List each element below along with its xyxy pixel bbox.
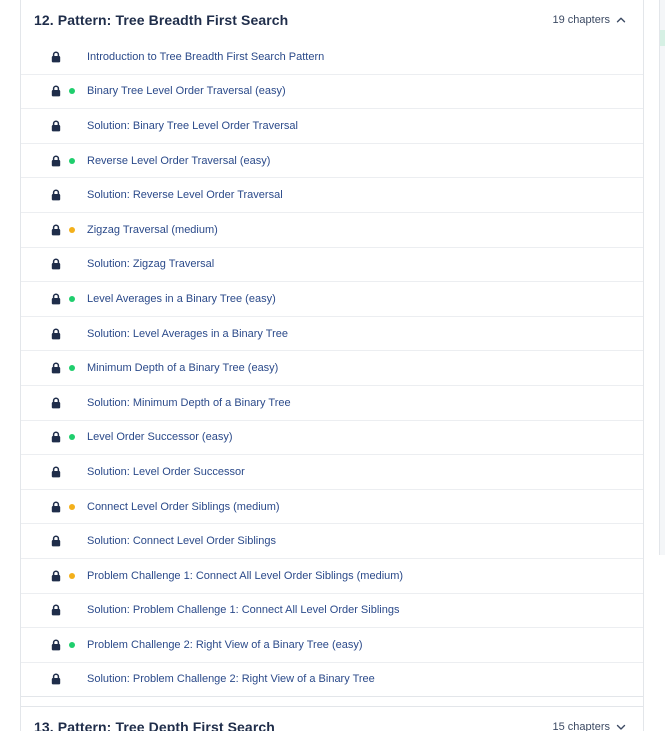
lesson-item[interactable]: Solution: Zigzag Traversal bbox=[21, 248, 643, 283]
lock-icon bbox=[51, 673, 61, 685]
lesson-label[interactable]: Binary Tree Level Order Traversal (easy) bbox=[87, 85, 286, 97]
lesson-item[interactable]: Connect Level Order Siblings (medium) bbox=[21, 490, 643, 525]
lesson-label[interactable]: Zigzag Traversal (medium) bbox=[87, 224, 218, 236]
lesson-item[interactable]: Solution: Reverse Level Order Traversal bbox=[21, 178, 643, 213]
lesson-item[interactable]: Solution: Minimum Depth of a Binary Tree bbox=[21, 386, 643, 421]
difficulty-dot-easy bbox=[69, 88, 75, 95]
lesson-item[interactable]: Level Order Successor (easy) bbox=[21, 421, 643, 456]
lock-icon bbox=[51, 293, 61, 305]
course-page: 12. Pattern: Tree Breadth First Search 1… bbox=[0, 0, 665, 731]
chapter-count: 19 chapters bbox=[552, 14, 610, 26]
lesson-item[interactable]: Solution: Level Order Successor bbox=[21, 455, 643, 490]
lesson-list: Introduction to Tree Breadth First Searc… bbox=[21, 40, 643, 698]
difficulty-dot-easy bbox=[69, 157, 75, 164]
difficulty-slot bbox=[61, 641, 87, 648]
lesson-item[interactable]: Zigzag Traversal (medium) bbox=[21, 213, 643, 248]
lesson-label[interactable]: Solution: Binary Tree Level Order Traver… bbox=[87, 120, 298, 132]
lock-icon bbox=[51, 51, 61, 63]
course-outline-panel: 12. Pattern: Tree Breadth First Search 1… bbox=[20, 0, 644, 731]
lesson-label[interactable]: Solution: Level Order Successor bbox=[87, 466, 245, 478]
difficulty-dot-easy bbox=[69, 295, 75, 302]
difficulty-dot-medium bbox=[69, 572, 75, 579]
difficulty-slot bbox=[61, 572, 87, 579]
chevron-up-icon[interactable] bbox=[616, 15, 626, 25]
lesson-label[interactable]: Level Order Successor (easy) bbox=[87, 431, 233, 443]
lesson-label[interactable]: Introduction to Tree Breadth First Searc… bbox=[87, 51, 324, 63]
lock-icon bbox=[51, 328, 61, 340]
difficulty-dot-medium bbox=[69, 226, 75, 233]
lock-icon bbox=[51, 155, 61, 167]
difficulty-slot bbox=[61, 295, 87, 302]
lock-icon bbox=[51, 189, 61, 201]
difficulty-dot-easy bbox=[69, 365, 75, 372]
next-chapter-count: 15 chapters bbox=[552, 721, 610, 731]
difficulty-slot bbox=[61, 226, 87, 233]
lock-icon bbox=[51, 604, 61, 616]
lesson-item[interactable]: Level Averages in a Binary Tree (easy) bbox=[21, 282, 643, 317]
lock-icon bbox=[51, 224, 61, 236]
lesson-item[interactable]: Minimum Depth of a Binary Tree (easy) bbox=[21, 351, 643, 386]
lesson-item[interactable]: Solution: Problem Challenge 1: Connect A… bbox=[21, 594, 643, 629]
lesson-item[interactable]: Solution: Connect Level Order Siblings bbox=[21, 524, 643, 559]
lock-icon bbox=[51, 500, 61, 513]
lesson-item[interactable]: Introduction to Tree Breadth First Searc… bbox=[21, 40, 643, 75]
lesson-label[interactable]: Problem Challenge 1: Connect All Level O… bbox=[87, 570, 403, 582]
lesson-item[interactable]: Solution: Problem Challenge 2: Right Vie… bbox=[21, 663, 643, 698]
lock-icon bbox=[51, 639, 61, 651]
chevron-down-icon[interactable] bbox=[616, 722, 626, 731]
difficulty-dot-easy bbox=[69, 641, 75, 648]
lock-icon bbox=[51, 466, 61, 478]
section-header-13[interactable]: 13. Pattern: Tree Depth First Search 15 … bbox=[21, 707, 643, 731]
lesson-label[interactable]: Solution: Problem Challenge 2: Right Vie… bbox=[87, 673, 375, 685]
lesson-item[interactable]: Reverse Level Order Traversal (easy) bbox=[21, 144, 643, 179]
lesson-label[interactable]: Solution: Level Averages in a Binary Tre… bbox=[87, 328, 288, 340]
difficulty-slot bbox=[61, 365, 87, 372]
lesson-label[interactable]: Solution: Zigzag Traversal bbox=[87, 258, 214, 270]
lesson-label[interactable]: Level Averages in a Binary Tree (easy) bbox=[87, 293, 276, 305]
next-section-title: 13. Pattern: Tree Depth First Search bbox=[34, 719, 275, 731]
difficulty-slot bbox=[61, 88, 87, 95]
lesson-label[interactable]: Connect Level Order Siblings (medium) bbox=[87, 501, 280, 513]
lock-icon bbox=[51, 570, 61, 582]
lesson-item[interactable]: Problem Challenge 1: Connect All Level O… bbox=[21, 559, 643, 594]
lock-icon bbox=[51, 85, 61, 97]
lesson-label[interactable]: Solution: Connect Level Order Siblings bbox=[87, 535, 276, 547]
lock-icon bbox=[51, 397, 61, 409]
section-meta[interactable]: 19 chapters bbox=[553, 14, 626, 26]
lock-icon bbox=[51, 120, 61, 132]
right-panel-edge bbox=[659, 0, 665, 555]
section-title: 12. Pattern: Tree Breadth First Search bbox=[34, 12, 289, 28]
lock-icon bbox=[51, 258, 61, 270]
difficulty-slot bbox=[61, 434, 87, 441]
right-panel-accent bbox=[660, 30, 665, 46]
lesson-label[interactable]: Solution: Minimum Depth of a Binary Tree bbox=[87, 397, 291, 409]
lesson-label[interactable]: Reverse Level Order Traversal (easy) bbox=[87, 155, 270, 167]
lesson-label[interactable]: Solution: Reverse Level Order Traversal bbox=[87, 189, 283, 201]
lesson-item[interactable]: Problem Challenge 2: Right View of a Bin… bbox=[21, 628, 643, 663]
section-header-12[interactable]: 12. Pattern: Tree Breadth First Search 1… bbox=[21, 0, 643, 40]
lesson-label[interactable]: Minimum Depth of a Binary Tree (easy) bbox=[87, 362, 278, 374]
difficulty-dot-easy bbox=[69, 434, 75, 441]
lesson-label[interactable]: Problem Challenge 2: Right View of a Bin… bbox=[87, 639, 363, 651]
difficulty-slot bbox=[61, 157, 87, 164]
difficulty-dot-medium bbox=[69, 503, 75, 510]
lock-icon bbox=[51, 431, 61, 443]
lesson-item[interactable]: Solution: Level Averages in a Binary Tre… bbox=[21, 317, 643, 352]
lesson-label[interactable]: Solution: Problem Challenge 1: Connect A… bbox=[87, 604, 399, 616]
lock-icon bbox=[51, 362, 61, 374]
section-header-13-wrap: 13. Pattern: Tree Depth First Search 15 … bbox=[21, 706, 643, 731]
lesson-item[interactable]: Solution: Binary Tree Level Order Traver… bbox=[21, 109, 643, 144]
lesson-item[interactable]: Binary Tree Level Order Traversal (easy) bbox=[21, 75, 643, 110]
next-section-meta[interactable]: 15 chapters bbox=[553, 721, 626, 731]
difficulty-slot bbox=[61, 503, 87, 510]
lock-icon bbox=[51, 535, 61, 547]
